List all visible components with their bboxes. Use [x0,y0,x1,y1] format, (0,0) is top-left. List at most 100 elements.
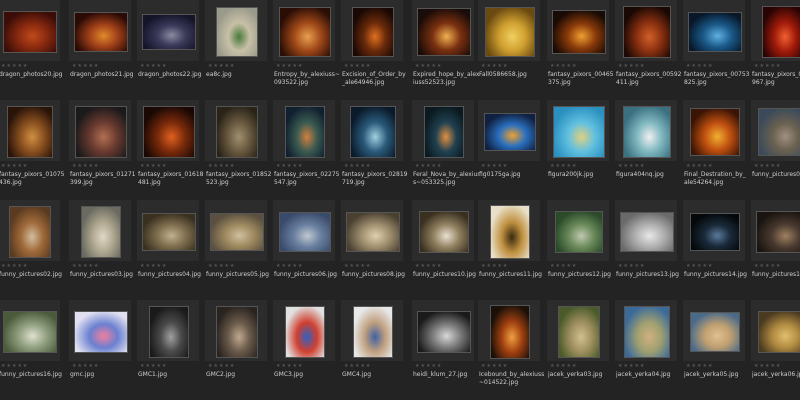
thumbnail-image[interactable] [279,7,331,57]
rating-stars[interactable]: ★★★★★ [72,263,99,270]
thumbnail-item[interactable]: ★★★★★ fantasy_pixors_00753 825.jpg [683,0,750,100]
thumbnail-frame[interactable] [341,0,403,61]
thumbnail-image[interactable] [352,7,394,57]
thumbnail-item[interactable]: ★★★★★ funny_pictures13.jpg [615,200,681,300]
thumbnail-frame[interactable] [412,100,474,161]
thumbnail-item[interactable]: ★★★★★ figura200jk.jpg [547,100,613,200]
thumbnail-frame[interactable] [478,100,540,161]
thumbnail-frame[interactable] [341,100,403,161]
rating-stars[interactable]: ★★★★★ [754,163,781,170]
thumbnail-image[interactable] [285,106,325,158]
thumbnail-frame[interactable] [69,0,131,61]
thumbnail-frame[interactable] [273,300,335,361]
thumbnail-frame[interactable] [0,100,60,161]
thumbnail-image[interactable] [279,212,331,252]
thumbnail-image[interactable] [74,311,128,353]
thumbnail-item[interactable]: ★★★★★ fantasy_pixors_02819 719.jpg [341,100,408,200]
thumbnail-frame[interactable] [69,300,131,361]
rating-stars[interactable]: ★★★★★ [208,63,235,70]
rating-stars[interactable]: ★★★★★ [140,63,167,70]
thumbnail-item[interactable]: ★★★★★ dragon_photos20.jpg [0,0,64,100]
thumbnail-image[interactable] [75,106,127,158]
thumbnail-image[interactable] [756,211,800,253]
thumbnail-item[interactable]: ★★★★★ funny_pictures12.jpg [547,200,613,300]
thumbnail-image[interactable] [285,306,325,358]
thumbnail-item[interactable]: ★★★★★ GMC3.jpg [273,300,339,400]
thumbnail-frame[interactable] [0,300,60,361]
thumbnail-image[interactable] [623,106,671,158]
thumbnail-image[interactable] [490,305,530,359]
thumbnail-image[interactable] [555,211,603,253]
rating-stars[interactable]: ★★★★★ [550,363,577,370]
thumbnail-image[interactable] [690,213,740,251]
thumbnail-frame[interactable] [547,200,609,261]
thumbnail-item[interactable]: ★★★★★ jacek_yerka05.jpg [683,300,749,400]
rating-stars[interactable]: ★★★★★ [72,363,99,370]
thumbnail-frame[interactable] [0,200,60,261]
thumbnail-image[interactable] [624,306,670,358]
rating-stars[interactable]: ★★★★★ [415,363,442,370]
rating-stars[interactable]: ★★★★★ [618,363,645,370]
thumbnail-frame[interactable] [205,300,267,361]
thumbnail-item[interactable]: ★★★★★ fantasy_pixors_00592 411.jpg [615,0,682,100]
rating-stars[interactable]: ★★★★★ [140,163,167,170]
thumbnail-item[interactable]: ★★★★★ Excision_of_Order_by _ale64946.jpg [341,0,407,100]
thumbnail-image[interactable] [419,211,469,253]
rating-stars[interactable]: ★★★★★ [1,363,28,370]
thumbnail-item[interactable]: ★★★★★ fig0175ga.jpg [478,100,544,200]
thumbnail-frame[interactable] [751,300,800,361]
rating-stars[interactable]: ★★★★★ [344,263,371,270]
thumbnail-image[interactable] [149,306,189,358]
thumbnail-frame[interactable] [273,0,335,61]
rating-stars[interactable]: ★★★★★ [550,263,577,270]
thumbnail-item[interactable]: ★★★★★funny_pictures15. [751,200,800,300]
thumbnail-item[interactable]: ★★★★★ Entropy_by_alexiuss~ 093522.jpg [273,0,340,100]
thumbnail-item[interactable]: ★★★★★ fantasy_pixors_01618 481.jpg [137,100,204,200]
thumbnail-item[interactable]: ★★★★★ fantasy_pixors_01271 399.jpg [69,100,136,200]
thumbnail-image[interactable] [216,306,258,358]
thumbnail-item[interactable]: ★★★★★ funny_pictures11.jpg [478,200,544,300]
thumbnail-image[interactable] [3,11,57,53]
thumbnail-item[interactable]: ★★★★★ figura404nq.jpg [615,100,681,200]
rating-stars[interactable]: ★★★★★ [344,363,371,370]
thumbnail-image[interactable] [350,106,396,158]
thumbnail-item[interactable]: ★★★★★ Icebound_by_alexiuss ~014522.jpg [478,300,544,400]
thumbnail-item[interactable]: ★★★★★ jacek_yerka04.jpg [615,300,681,400]
thumbnail-image[interactable] [484,113,536,151]
thumbnail-item[interactable]: ★★★★★ GMC2.jpg [205,300,271,400]
rating-stars[interactable]: ★★★★★ [415,63,442,70]
thumbnail-item[interactable]: ★★★★★ Fall0586658.jpg [478,0,544,100]
thumbnail-image[interactable] [7,106,53,158]
thumbnail-frame[interactable] [615,100,677,161]
thumbnail-image[interactable] [620,212,674,252]
thumbnail-image[interactable] [552,10,606,54]
thumbnail-frame[interactable] [69,100,131,161]
rating-stars[interactable]: ★★★★★ [754,63,781,70]
thumbnail-item[interactable]: ★★★★★ funny_pictures06.jpg [273,200,339,300]
rating-stars[interactable]: ★★★★★ [550,163,577,170]
thumbnail-frame[interactable] [205,200,267,261]
thumbnail-item[interactable]: ★★★★★ gmc.jpg [69,300,135,400]
thumbnail-image[interactable] [758,311,800,353]
rating-stars[interactable]: ★★★★★ [208,263,235,270]
thumbnail-item[interactable]: ★★★★★ funny_pictures08.jpg [341,200,407,300]
rating-stars[interactable]: ★★★★★ [344,63,371,70]
thumbnail-image[interactable] [490,205,530,259]
rating-stars[interactable]: ★★★★★ [1,163,28,170]
thumbnail-image[interactable] [74,12,128,52]
rating-stars[interactable]: ★★★★★ [140,263,167,270]
thumbnail-frame[interactable] [615,0,677,61]
thumbnail-frame[interactable] [69,200,131,261]
thumbnail-frame[interactable] [547,100,609,161]
thumbnail-frame[interactable] [412,200,474,261]
rating-stars[interactable]: ★★★★★ [276,163,303,170]
rating-stars[interactable]: ★★★★★ [276,363,303,370]
rating-stars[interactable]: ★★★★★ [1,263,28,270]
rating-stars[interactable]: ★★★★★ [754,363,781,370]
rating-stars[interactable]: ★★★★★ [618,63,645,70]
thumbnail-frame[interactable] [683,200,745,261]
thumbnail-item[interactable]: ★★★★★ fantasy_pixors_00465 375.jpg [547,0,614,100]
thumbnail-item[interactable]: ★★★★★ fantasy_pixors_01075 436.jpg [0,100,65,200]
thumbnail-item[interactable]: ★★★★★ GMC4.jpg [341,300,407,400]
thumbnail-item[interactable]: ★★★★★ jacek_yerka03.jpg [547,300,613,400]
